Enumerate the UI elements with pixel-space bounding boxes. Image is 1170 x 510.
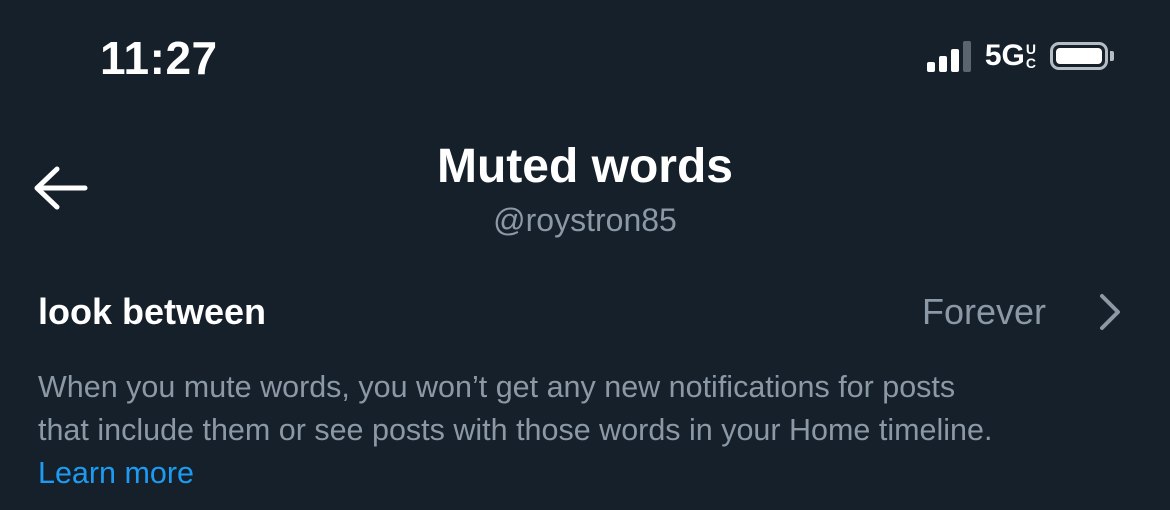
muted-word-label: look between bbox=[38, 291, 267, 332]
network-label: 5G bbox=[984, 39, 1025, 72]
network-superscript: U C bbox=[1025, 41, 1036, 71]
network-indicator: 5G U C bbox=[985, 40, 1036, 72]
description-line-2: that include them or see posts with thos… bbox=[38, 413, 993, 447]
status-indicators: 5G U C bbox=[926, 38, 1114, 74]
account-handle: @roystron85 bbox=[493, 202, 677, 238]
learn-more-link[interactable]: Learn more bbox=[38, 452, 194, 495]
cellular-signal-icon bbox=[926, 40, 971, 72]
muted-words-description: When you mute words, you won’t get any n… bbox=[38, 366, 1148, 452]
battery-icon bbox=[1050, 42, 1114, 70]
muted-duration-label: Forever bbox=[921, 291, 1046, 332]
page-title: Muted words bbox=[437, 140, 733, 193]
muted-word-row[interactable]: look between Forever bbox=[0, 280, 1170, 344]
chevron-right-icon bbox=[1100, 294, 1120, 330]
status-time: 11:27 bbox=[100, 32, 218, 84]
description-line-1: When you mute words, you won’t get any n… bbox=[38, 370, 956, 404]
